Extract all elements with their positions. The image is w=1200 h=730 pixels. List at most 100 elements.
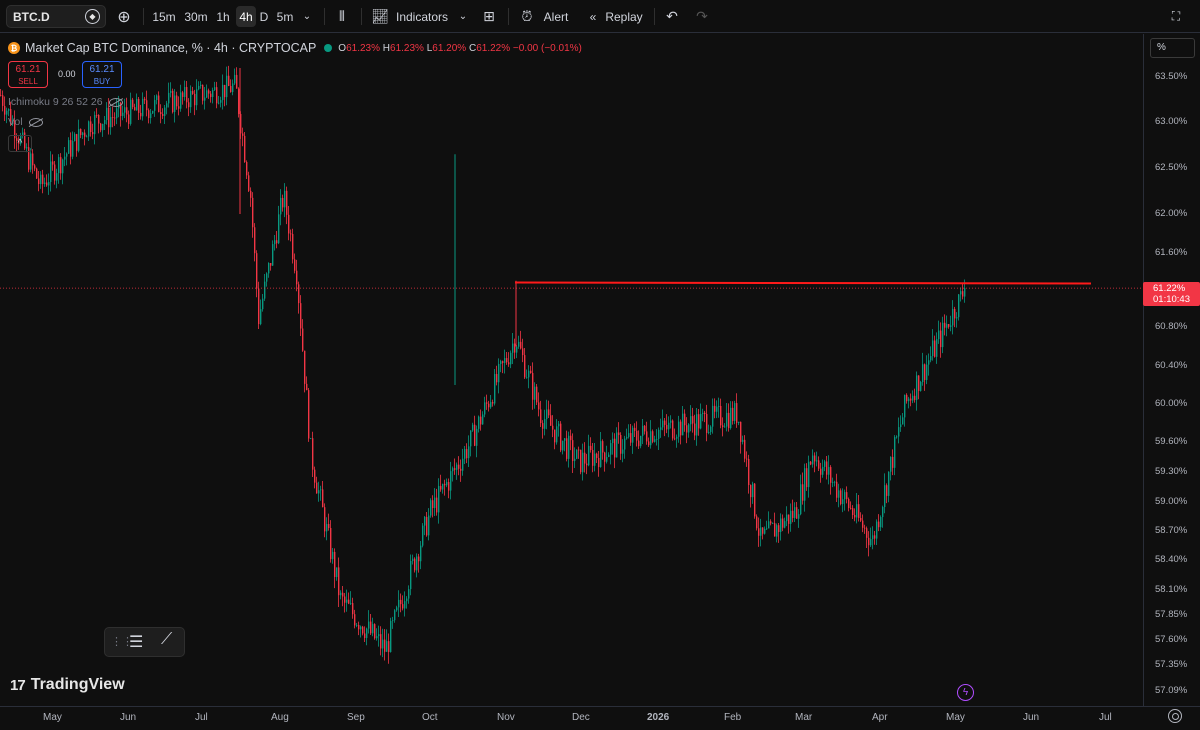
candle-body [76, 134, 78, 151]
candle-body [462, 458, 464, 471]
candle-body [706, 413, 708, 433]
candle-body [432, 500, 434, 509]
legend-title[interactable]: Market Cap BTC Dominance, % · 4h · CRYPT… [25, 41, 316, 55]
chevron-down-icon[interactable]: ⌄ [456, 6, 470, 27]
candle-body [340, 592, 342, 596]
market-status-icon [324, 44, 333, 52]
compare-icon[interactable]: ◆ [85, 9, 100, 24]
candle-body [332, 551, 334, 560]
time-axis[interactable]: May Jun Jul Aug Sep Oct Nov Dec 2026 Feb Mar Apr May… [0, 706, 1200, 730]
candle-body [784, 521, 786, 528]
tradingview-logo[interactable]: 17 TradingView [10, 676, 125, 694]
interval-4h[interactable]: 4h [236, 6, 256, 27]
candle-body [82, 132, 84, 136]
price-tick: 62.50% [1155, 162, 1188, 173]
candle-body [938, 330, 940, 340]
chart-pane[interactable] [0, 34, 1143, 706]
replay-button[interactable]: Replay [604, 6, 644, 27]
candle-body [656, 438, 658, 440]
time-tick: May [43, 712, 62, 723]
candle-body [500, 361, 502, 364]
candle-body [230, 85, 232, 93]
ichimoku-legend[interactable]: Ichimoku 9 26 52 26 [8, 96, 123, 108]
low-value: 61.20% [432, 42, 467, 54]
candle-body [584, 452, 586, 464]
indicators-icon[interactable]: 📈︎ [370, 6, 390, 27]
candle-body [320, 489, 322, 491]
candle-body [162, 114, 164, 116]
candle-body [294, 259, 296, 271]
candle-body [876, 521, 878, 539]
collapse-legend-button[interactable]: ^ [8, 135, 32, 152]
candle-body [728, 412, 730, 429]
candle-body [298, 284, 300, 304]
trend-line-icon[interactable]: ⟋ [161, 631, 172, 649]
candle-body [544, 419, 546, 429]
candle-body [266, 273, 268, 282]
candle-body [314, 469, 316, 483]
alert-button[interactable]: Alert [540, 6, 572, 27]
high-value: 61.23% [390, 42, 424, 54]
candle-body [490, 402, 492, 408]
candle-body [448, 482, 450, 491]
candle-body [384, 639, 386, 652]
candle-body [930, 356, 932, 361]
interval-15m[interactable]: 15m [150, 6, 178, 27]
lightning-icon[interactable]: ϟ [957, 684, 974, 701]
interval-5m[interactable]: 5m [274, 6, 296, 27]
candle-body [956, 317, 958, 319]
indicators-button[interactable]: Indicators [394, 6, 450, 27]
divider [508, 8, 509, 25]
candle-body [830, 467, 832, 483]
interval-1h[interactable]: 1h [213, 6, 233, 27]
candle-body [116, 108, 118, 119]
gear-icon[interactable] [1168, 709, 1182, 723]
interval-d[interactable]: D [258, 6, 270, 27]
candle-body [850, 508, 852, 509]
candle-body [270, 262, 272, 266]
candle-body [690, 416, 692, 425]
candle-style-icon[interactable]: ⫴ [332, 6, 352, 27]
alert-clock-icon[interactable]: ⏰︎ [518, 6, 536, 27]
time-tick: Jun [1023, 712, 1040, 723]
time-tick: Oct [422, 712, 438, 723]
volume-legend[interactable]: Vol [8, 116, 43, 128]
candle-body [160, 112, 162, 115]
price-chart[interactable] [0, 34, 1143, 706]
candle-body [946, 324, 948, 328]
sell-button[interactable]: 61.21 SELL [8, 61, 48, 88]
bitcoin-icon: ₿ [8, 42, 20, 54]
scale-unit-button[interactable]: % [1150, 38, 1195, 58]
interval-30m[interactable]: 30m [182, 6, 210, 27]
text-lines-icon[interactable]: ☰ [129, 632, 143, 652]
candle-body [856, 504, 858, 518]
candle-body [806, 468, 808, 488]
candle-body [416, 556, 418, 571]
symbol-search-button[interactable]: BTC.D ◆ [6, 5, 106, 28]
candle-body [172, 90, 174, 113]
undo-icon[interactable]: ↶ [663, 6, 681, 27]
candle-body [536, 386, 538, 403]
eye-hidden-icon[interactable] [28, 117, 43, 127]
candle-body [906, 394, 908, 402]
candle-body [414, 558, 416, 571]
price-tick: 62.00% [1155, 208, 1188, 219]
candle-body [564, 438, 566, 441]
candle-body [760, 527, 762, 536]
time-tick: Aug [271, 712, 289, 723]
resistance-trend-line[interactable] [514, 281, 1092, 285]
candle-body [138, 98, 140, 113]
redo-icon[interactable]: ↷ [693, 6, 711, 27]
add-symbol-icon[interactable]: ⊕ [115, 6, 133, 27]
layout-grid-icon[interactable]: ⊞ [480, 6, 498, 27]
eye-hidden-icon[interactable] [108, 97, 123, 107]
candle-body [598, 457, 600, 467]
fullscreen-icon[interactable]: ⛶ [1165, 6, 1187, 27]
candle-body [180, 92, 182, 109]
replay-icon[interactable]: « [584, 6, 602, 27]
buy-button[interactable]: 61.21 BUY [82, 61, 122, 88]
candle-body [196, 89, 198, 106]
candle-body [382, 639, 384, 649]
chevron-down-icon[interactable]: ⌄ [300, 6, 314, 27]
candle-body [44, 182, 46, 184]
